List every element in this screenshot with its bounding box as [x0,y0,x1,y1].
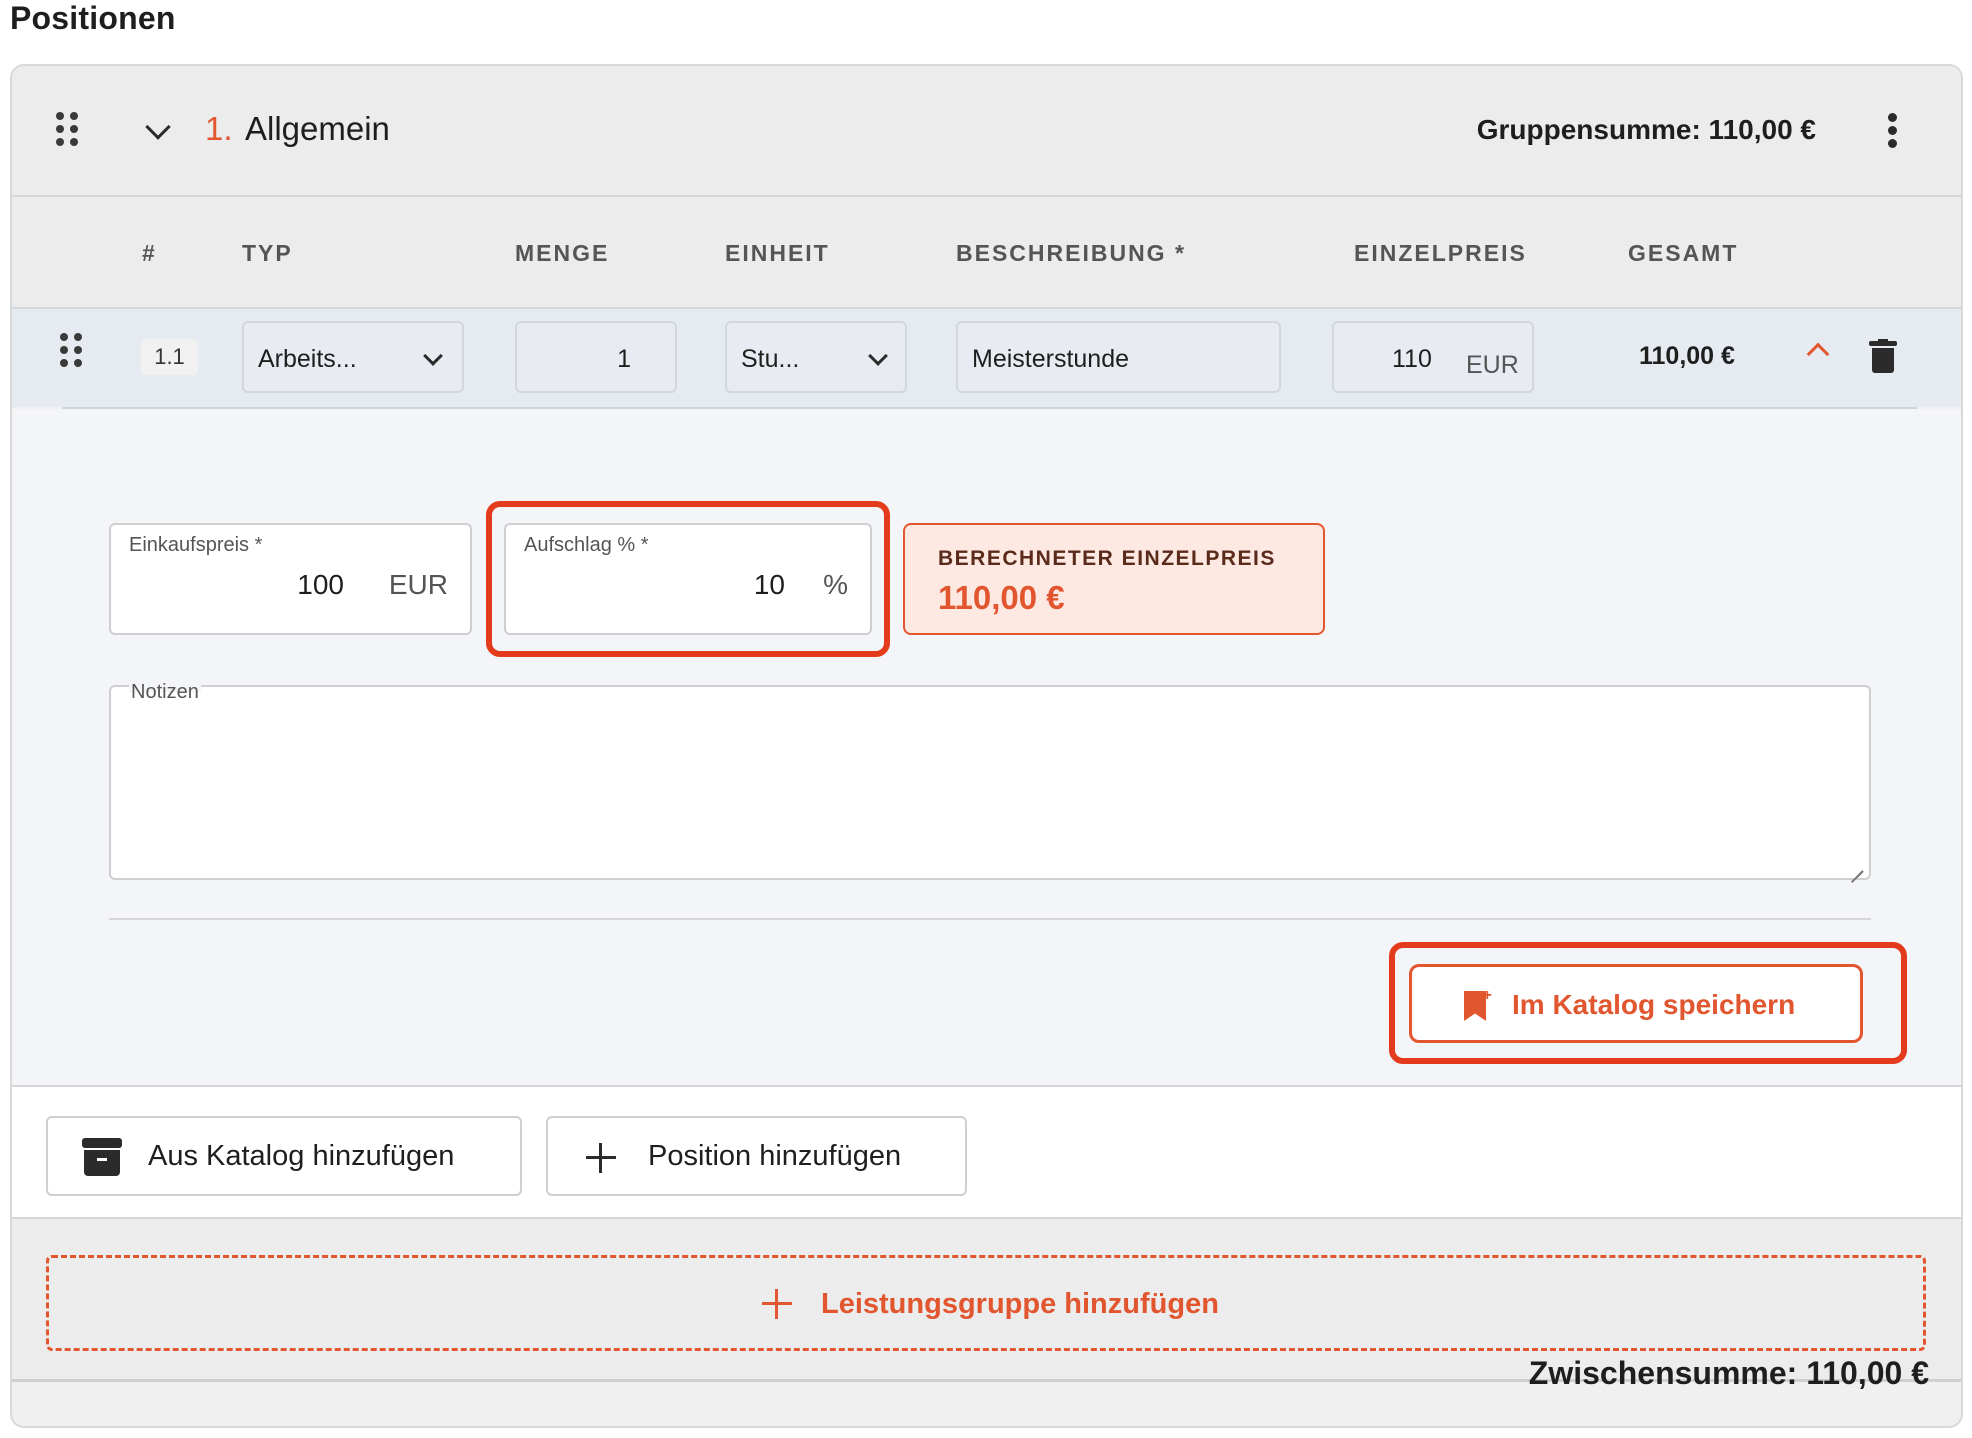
add-service-group-button[interactable]: Leistungsgruppe hinzufügen [46,1255,1926,1351]
group-drag-handle-icon[interactable] [56,112,78,146]
subtotal: Zwischensumme: 110,00 € [1528,1355,1929,1391]
group-number: 1. [205,110,233,147]
col-menge: MENGE [515,240,610,266]
collapse-row-chevron-up-icon[interactable] [1806,342,1830,366]
group-sum: Gruppensumme: 110,00 € [1476,114,1816,145]
col-pos: # [142,240,157,266]
group-collapse-chevron-icon[interactable] [145,114,171,140]
col-einheit: EINHEIT [725,240,830,266]
chevron-down-icon [423,346,443,366]
typ-select[interactable]: Arbeits... [242,321,464,393]
position-number-badge: 1.1 [141,339,198,375]
einkaufspreis-label: Einkaufspreis * [129,534,263,556]
einheit-select-value: Stu... [741,345,800,373]
row-total: 110,00 € [1639,342,1735,370]
einzelpreis-input[interactable]: 110 EUR [1332,321,1534,393]
save-to-catalog-label: Im Katalog speichern [1512,989,1796,1020]
plus-icon [762,1289,792,1319]
aufschlag-label: Aufschlag % * [524,534,649,556]
einkaufspreis-unit: EUR [388,569,448,600]
archive-box-icon [82,1138,122,1176]
table-header: # TYP MENGE EINHEIT BESCHREIBUNG * EINZE… [12,197,1961,309]
add-from-catalog-button[interactable]: Aus Katalog hinzufügen [46,1116,522,1196]
chevron-down-icon [868,346,888,366]
add-position-label: Position hinzufügen [648,1140,902,1172]
add-service-group-label: Leistungsgruppe hinzufügen [821,1288,1219,1320]
calculated-price-box: BERECHNETER EINZELPREIS 110,00 € [903,523,1325,635]
col-beschreibung: BESCHREIBUNG * [956,240,1186,266]
add-from-catalog-label: Aus Katalog hinzufügen [148,1140,455,1172]
notes-label: Notizen [129,681,201,704]
aufschlag-field[interactable]: Aufschlag % * 10 % [504,523,872,635]
save-to-catalog-button[interactable]: + Im Katalog speichern [1409,964,1863,1043]
resize-handle-icon[interactable] [1847,856,1864,884]
actions-bar: Aus Katalog hinzufügen Position hinzufüg… [12,1087,1961,1219]
notes-textarea[interactable]: Notizen [109,681,1871,884]
delete-row-trash-icon[interactable] [1869,339,1897,373]
aufschlag-value: 10 [753,569,785,600]
beschreibung-value: Meisterstunde [972,345,1130,373]
section-title: Positionen [10,0,176,36]
bookmark-add-icon: + [1464,988,1492,1021]
row-drag-handle-icon[interactable] [60,333,82,367]
calculated-price-value: 110,00 € [938,579,1065,616]
table-row: 1.1 Arbeits... 1 Stu... Meisterstunde 11… [12,309,1961,407]
group-header: 1. Allgemein Gruppensumme: 110,00 € [12,66,1961,197]
group-more-menu-icon[interactable] [1888,113,1898,149]
positions-card: 1. Allgemein Gruppensumme: 110,00 € # TY… [10,64,1963,1428]
einzelpreis-value: 110 [1392,345,1432,373]
einkaufspreis-field[interactable]: Einkaufspreis * 100 EUR [109,523,472,635]
einzelpreis-currency: EUR [1466,351,1519,379]
detail-divider [109,918,1871,920]
menge-value: 1 [617,345,631,373]
typ-select-value: Arbeits... [258,345,357,373]
plus-icon [586,1143,616,1173]
menge-input[interactable]: 1 [515,321,677,393]
beschreibung-input[interactable]: Meisterstunde [956,321,1281,393]
add-position-button[interactable]: Position hinzufügen [546,1116,967,1196]
item-detail-panel: Einkaufspreis * 100 EUR Aufschlag % * 10… [12,409,1961,1087]
col-einzelpreis: EINZELPREIS [1354,240,1527,266]
aufschlag-unit: % [823,569,848,600]
col-gesamt: GESAMT [1628,240,1739,266]
group-name: Allgemein [245,110,390,147]
einkaufspreis-value: 100 [297,569,344,600]
col-typ: TYP [242,240,293,266]
calculated-price-label: BERECHNETER EINZELPREIS [938,547,1276,570]
einheit-select[interactable]: Stu... [725,321,907,393]
